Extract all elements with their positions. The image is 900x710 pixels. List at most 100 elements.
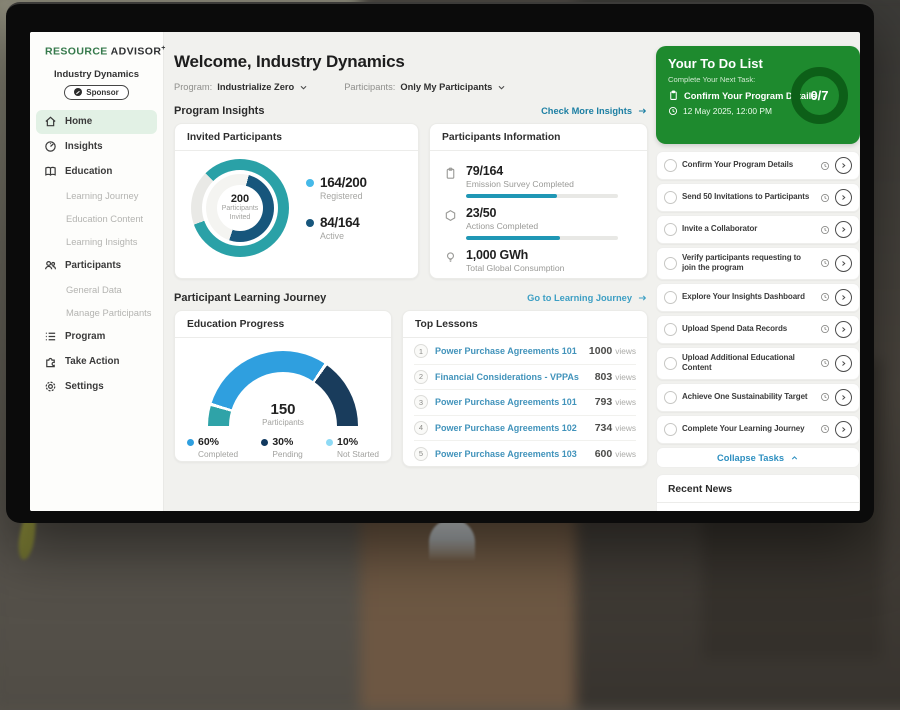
chevron-right-icon <box>840 194 847 201</box>
task-checkbox[interactable] <box>664 391 677 404</box>
lessons-list: 1 Power Purchase Agreements 101 1000view… <box>403 338 647 467</box>
views-suffix: views <box>615 346 636 356</box>
sidebar-item-label: General Data <box>66 284 122 295</box>
task-open-button[interactable] <box>835 255 852 272</box>
lesson-row: 2 Financial Considerations - VPPAs 803vi… <box>414 365 636 391</box>
learning-journey-header: Participant Learning Journey Go to Learn… <box>174 292 648 304</box>
task-label: Confirm Your Program Details <box>682 160 815 170</box>
card-title: Top Lessons <box>403 311 647 338</box>
task-label: Verify participants requesting to join t… <box>682 253 815 274</box>
sidebar-item-general-data[interactable]: General Data <box>36 279 157 301</box>
task-row[interactable]: Send 50 Invitations to Participants <box>656 183 860 212</box>
program-insights-header: Program Insights Check More Insights <box>174 105 648 117</box>
legend-pending: 30% Pending <box>261 436 302 459</box>
task-row[interactable]: Explore Your Insights Dashboard <box>656 283 860 312</box>
legend-value: 60% <box>198 436 219 448</box>
task-checkbox[interactable] <box>664 323 677 336</box>
legend-value: 30% <box>272 436 293 448</box>
legend-value: 84/164 <box>320 215 360 230</box>
sidebar-item-learning-insights[interactable]: Learning Insights <box>36 231 157 253</box>
participants-filter[interactable]: Participants: Only My Participants <box>344 82 506 92</box>
lesson-rank: 3 <box>414 395 428 409</box>
sidebar-item-label: Program <box>65 331 105 342</box>
views-count: 803 <box>595 371 613 383</box>
lesson-link[interactable]: Financial Considerations - VPPAs <box>435 372 588 382</box>
lesson-link[interactable]: Power Purchase Agreements 101 <box>435 397 588 407</box>
task-row[interactable]: Upload Spend Data Records <box>656 315 860 344</box>
page-title: Welcome, Industry Dynamics <box>174 52 648 72</box>
sponsor-badge-icon <box>74 88 82 96</box>
task-checkbox[interactable] <box>664 357 677 370</box>
clock-icon <box>668 106 678 116</box>
collapse-tasks-link[interactable]: Collapse Tasks <box>656 447 860 468</box>
sidebar: RESOURCE ADVISOR+ Industry Dynamics Spon… <box>30 32 164 511</box>
bulb-icon <box>444 251 457 264</box>
app-logo: RESOURCE ADVISOR+ <box>30 32 163 58</box>
lesson-row: 3 Power Purchase Agreements 101 793views <box>414 390 636 416</box>
views-suffix: views <box>615 397 636 407</box>
go-to-learning-journey-link[interactable]: Go to Learning Journey <box>527 293 648 303</box>
clock-icon <box>820 292 830 302</box>
task-checkbox[interactable] <box>664 159 677 172</box>
sidebar-item-learning-journey[interactable]: Learning Journey <box>36 185 157 207</box>
lesson-link[interactable]: Power Purchase Agreements 103 <box>435 449 588 459</box>
donut-center-label: Participants Invited <box>222 205 259 223</box>
chevron-up-icon <box>790 454 799 462</box>
legend-label: Not Started <box>337 449 379 459</box>
task-open-button[interactable] <box>835 157 852 174</box>
lesson-rank: 4 <box>414 421 428 435</box>
sponsor-badge: Sponsor <box>64 85 128 100</box>
task-checkbox[interactable] <box>664 223 677 236</box>
task-row[interactable]: Verify participants requesting to join t… <box>656 247 860 280</box>
task-row[interactable]: Upload Additional Educational Content <box>656 347 860 380</box>
task-label: Invite a Collaborator <box>682 224 815 234</box>
legend-label: Completed <box>198 449 238 459</box>
task-open-button[interactable] <box>835 321 852 338</box>
task-open-button[interactable] <box>835 355 852 372</box>
actions-progress-bar <box>466 236 618 240</box>
sidebar-item-home[interactable]: Home <box>36 110 157 134</box>
card-title: Participants Information <box>430 124 647 151</box>
task-row[interactable]: Invite a Collaborator <box>656 215 860 244</box>
task-open-button[interactable] <box>835 289 852 306</box>
dashboard-screen: RESOURCE ADVISOR+ Industry Dynamics Spon… <box>30 32 860 511</box>
card-title: Invited Participants <box>175 124 418 151</box>
sidebar-item-insights[interactable]: Insights <box>36 135 157 159</box>
sidebar-item-education[interactable]: Education <box>36 160 157 184</box>
sidebar-item-education-content[interactable]: Education Content <box>36 208 157 230</box>
sidebar-item-manage-participants[interactable]: Manage Participants <box>36 302 157 324</box>
task-open-button[interactable] <box>835 421 852 438</box>
lesson-link[interactable]: Power Purchase Agreements 102 <box>435 423 588 433</box>
link-label: Check More Insights <box>541 106 632 116</box>
sidebar-item-participants[interactable]: Participants <box>36 254 157 278</box>
sidebar-item-take-action[interactable]: Take Action <box>36 350 157 374</box>
lesson-link[interactable]: Power Purchase Agreements 101 <box>435 346 582 356</box>
task-checkbox[interactable] <box>664 257 677 270</box>
program-filter[interactable]: Program: Industrialize Zero <box>174 82 308 92</box>
lesson-row: 4 Power Purchase Agreements 102 734views <box>414 416 636 442</box>
task-checkbox[interactable] <box>664 191 677 204</box>
stat-value: 79/164 <box>466 164 618 178</box>
sponsor-badge-label: Sponsor <box>86 88 118 97</box>
task-open-button[interactable] <box>835 189 852 206</box>
task-checkbox[interactable] <box>664 423 677 436</box>
stat-value: 1,000 GWh <box>466 248 564 262</box>
sidebar-item-settings[interactable]: Settings <box>36 375 157 399</box>
check-more-insights-link[interactable]: Check More Insights <box>541 106 648 116</box>
education-progress-card: Education Progress 150 Participants 60% <box>174 310 392 462</box>
task-row[interactable]: Complete Your Learning Journey <box>656 415 860 444</box>
emission-progress-bar <box>466 194 618 198</box>
recent-news-card: Recent News <box>656 474 860 511</box>
views-count: 734 <box>595 422 613 434</box>
task-row[interactable]: Achieve One Sustainability Target <box>656 383 860 412</box>
stat-global-consumption: 1,000 GWh Total Global Consumption <box>444 248 633 273</box>
sidebar-item-program[interactable]: Program <box>36 325 157 349</box>
task-row[interactable]: Confirm Your Program Details <box>656 151 860 180</box>
settings-icon <box>44 380 57 393</box>
task-open-button[interactable] <box>835 221 852 238</box>
task-checkbox[interactable] <box>664 291 677 304</box>
task-open-button[interactable] <box>835 389 852 406</box>
logo-secondary: ADVISOR <box>111 46 162 58</box>
legend-value: 10% <box>337 436 358 448</box>
sidebar-item-label: Education <box>65 166 112 177</box>
